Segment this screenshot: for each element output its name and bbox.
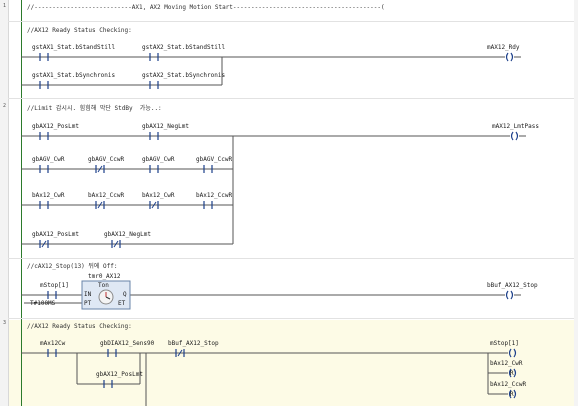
coil[interactable] <box>510 290 514 300</box>
contact-label: gbAX12_PosLmt <box>32 123 79 130</box>
vertical-scrollbar[interactable] <box>574 0 578 406</box>
coil-label: mAX12_LmtPass <box>492 123 539 130</box>
coil[interactable] <box>513 368 517 378</box>
contact-label: mStop[1] <box>40 282 69 289</box>
coil-label: mAX12_Rdy <box>487 44 520 51</box>
contact-label: gbAX12_PosLmt <box>32 231 79 238</box>
coil-label: bBuf_AX12_Stop <box>487 282 538 289</box>
ladder-editor: 1 2 3 //---------------------------AX1, … <box>0 0 578 406</box>
contact-label: gbAGV_CcwR <box>88 156 125 163</box>
contact-label: bAx12_CwR <box>32 192 65 199</box>
timer-pin-in: IN <box>84 291 92 298</box>
timer-pt-value: T#100MS <box>30 300 56 307</box>
contact-label: gstAX1_Stat.bStandStill <box>32 44 116 51</box>
contact-label: bAx12_CcwR <box>196 192 233 199</box>
timer-pin-pt: PT <box>84 300 92 307</box>
contact-label: gstAX2_Stat.bStandStill <box>142 44 226 51</box>
coil-label: mStop[1] <box>490 340 519 347</box>
coil-label: bAx12_CwR <box>490 360 523 367</box>
timer-instance-label: tmr0_AX12 <box>88 273 121 280</box>
contact-label: gbDIAX12_Sens90 <box>100 340 155 347</box>
coil-label: bAx12_CcwR <box>490 381 527 388</box>
contact-label: bBuf_AX12_Stop <box>168 340 219 347</box>
coil[interactable] <box>513 389 517 399</box>
coil[interactable] <box>505 290 509 300</box>
contact-label: gstAX1_Stat.bSynchronis <box>32 72 116 79</box>
coil[interactable] <box>510 52 514 62</box>
coil[interactable] <box>508 348 512 358</box>
contact-label: bAx12_CcwR <box>88 192 125 199</box>
coil[interactable] <box>505 52 509 62</box>
contact-label: gbAX12_PosLmt <box>96 371 143 378</box>
contact-label: bAx12_CwR <box>142 192 175 199</box>
timer-type-label: Ton <box>98 282 109 289</box>
coil[interactable] <box>510 131 514 141</box>
contact-label: gbAX12_NegLmt <box>142 123 189 130</box>
contact-label: gbAGV_CcwR <box>196 156 233 163</box>
coil-type-mark: R <box>510 370 514 377</box>
timer-pin-q: Q <box>123 291 127 298</box>
contact-label: mAx12Cw <box>40 340 66 347</box>
coil[interactable] <box>515 131 519 141</box>
timer-pin-et: ET <box>118 300 126 307</box>
contact-label: gbAX12_NegLmt <box>104 231 151 238</box>
coil-type-mark: R <box>510 391 514 398</box>
contact-label: gbAGV_CwR <box>32 156 65 163</box>
coil[interactable] <box>513 348 517 358</box>
contact-label: gbAGV_CwR <box>142 156 175 163</box>
contact-label: gstAX2_Stat.bSynchronis <box>142 72 226 79</box>
